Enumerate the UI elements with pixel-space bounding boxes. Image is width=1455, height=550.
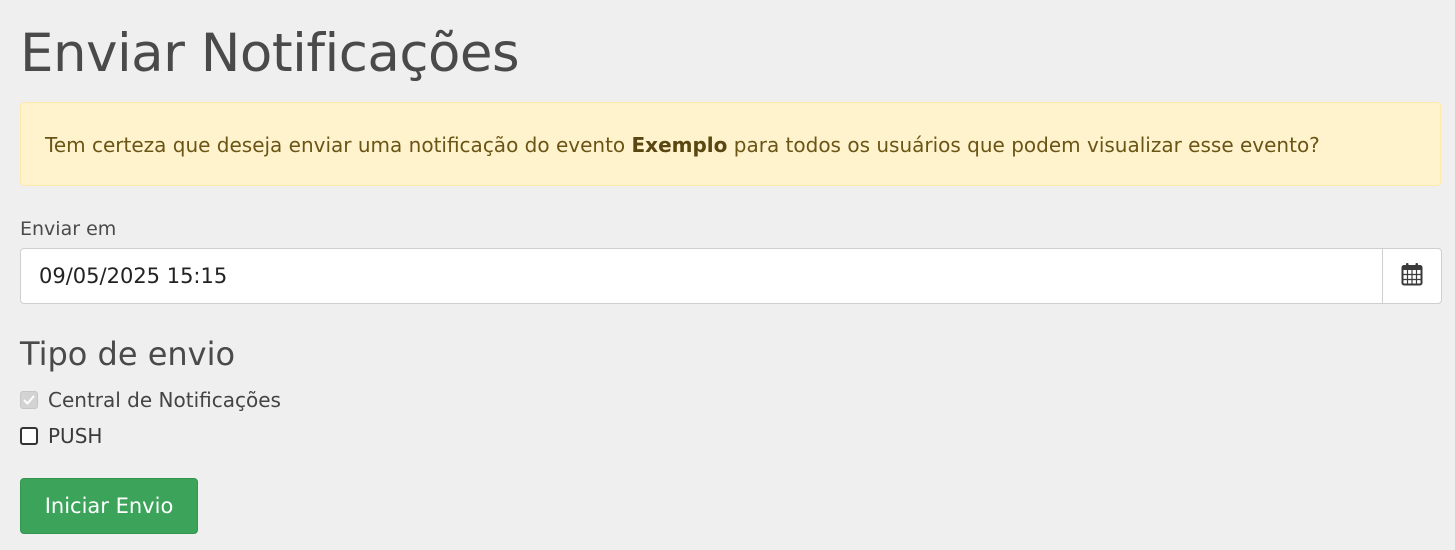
confirmation-alert: Tem certeza que deseja enviar uma notifi… [20, 102, 1441, 186]
send-date-input-group [20, 248, 1442, 304]
option-central-notificacoes: Central de Notificações [20, 387, 281, 413]
alert-text-after: para todos os usuários que podem visuali… [727, 133, 1320, 157]
alert-event-name: Exemplo [631, 133, 728, 157]
alert-text-before: Tem certeza que deseja enviar uma notifi… [45, 133, 632, 157]
push-label[interactable]: PUSH [48, 423, 102, 449]
page-title: Enviar Notificações [20, 23, 520, 84]
calendar-button[interactable] [1382, 249, 1441, 303]
central-notificacoes-label: Central de Notificações [48, 388, 281, 412]
start-sending-button[interactable]: Iniciar Envio [20, 478, 198, 534]
check-icon [23, 395, 35, 405]
send-date-input[interactable] [21, 249, 1382, 303]
send-notifications-page: Enviar Notificações Tem certeza que dese… [0, 0, 1455, 550]
send-date-label: Enviar em [20, 218, 117, 240]
push-checkbox[interactable] [20, 427, 38, 445]
central-notificacoes-checkbox [20, 391, 38, 409]
alert-message: Tem certeza que deseja enviar uma notifi… [45, 132, 1320, 158]
send-type-title: Tipo de envio [20, 335, 236, 373]
calendar-icon [1401, 262, 1423, 290]
option-push[interactable]: PUSH [20, 423, 102, 449]
